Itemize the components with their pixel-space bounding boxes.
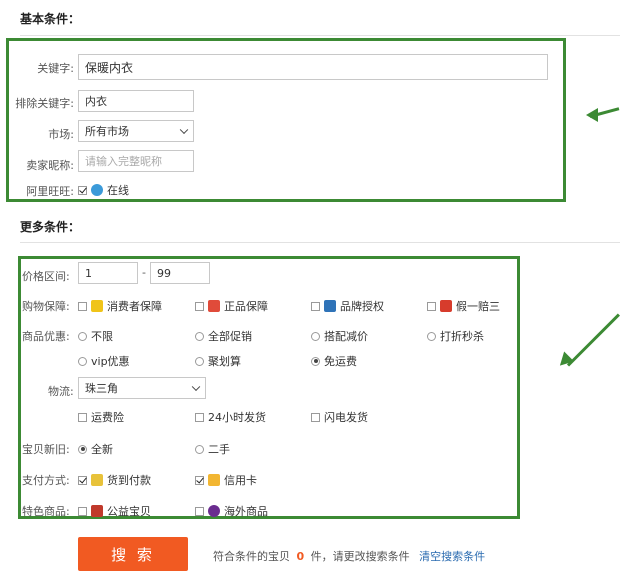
basic-section-title: 基本条件： [20, 12, 81, 26]
basic-divider [20, 35, 620, 36]
result-suffix: 件，请更改搜索条件 [310, 550, 410, 563]
logistics-insurance-checkbox[interactable] [78, 412, 87, 422]
annotation-arrowhead-top [586, 108, 598, 122]
special-charity-checkbox[interactable] [78, 506, 87, 516]
promo-free-shipping-option[interactable]: 免运费 [311, 353, 357, 369]
logistics-24h-checkbox[interactable] [195, 412, 204, 422]
market-select-value: 所有市场 [85, 125, 129, 138]
special-overseas-checkbox[interactable] [195, 506, 204, 516]
seller-nickname-input[interactable]: 请输入完整昵称 [78, 150, 194, 172]
wangwang-icon [91, 184, 103, 196]
guarantee-brand-option[interactable]: 品牌授权 [311, 298, 384, 314]
guarantee-label: 购物保障: [22, 300, 70, 313]
credit-card-icon [208, 474, 220, 486]
payment-cod-option[interactable]: 货到付款 [78, 472, 151, 488]
logistics-label: 物流: [48, 385, 74, 398]
result-count: 0 [296, 550, 305, 563]
chevron-down-icon [191, 382, 201, 392]
payment-label: 支付方式: [22, 474, 70, 487]
clear-conditions-link[interactable]: 清空搜索条件 [419, 550, 485, 563]
guarantee-consumer-checkbox[interactable] [78, 301, 87, 311]
exclude-keyword-input[interactable]: 内衣 [78, 90, 194, 112]
condition-used-radio[interactable] [195, 444, 204, 454]
guarantee-genuine-checkbox[interactable] [195, 301, 204, 311]
special-label: 特色商品: [22, 505, 70, 518]
special-overseas-option[interactable]: 海外商品 [195, 503, 268, 519]
condition-label: 宝贝新旧: [22, 443, 70, 456]
promo-sales-option[interactable]: 全部促销 [195, 328, 252, 344]
promo-bundle-radio[interactable] [311, 331, 320, 341]
promo-vip-option[interactable]: vip优惠 [78, 353, 130, 369]
promo-discount-radio[interactable] [427, 331, 436, 341]
guarantee-consumer-option[interactable]: 消费者保障 [78, 298, 162, 314]
logistics-select[interactable]: 珠三角 [78, 377, 206, 399]
promotion-label: 商品优惠: [22, 330, 70, 343]
market-select[interactable]: 所有市场 [78, 120, 194, 142]
promo-all-option[interactable]: 不限 [78, 328, 113, 344]
keyword-input[interactable]: 保暖内衣 [78, 54, 548, 80]
wangwang-online-checkbox[interactable] [78, 185, 87, 195]
wangwang-label: 阿里旺旺: [26, 185, 74, 198]
price-min-input[interactable]: 1 [78, 262, 138, 284]
more-section-title: 更多条件： [20, 220, 81, 234]
promo-juhuasuan-option[interactable]: 聚划算 [195, 353, 241, 369]
special-charity-option[interactable]: 公益宝贝 [78, 503, 151, 519]
genuine-guarantee-icon [208, 300, 220, 312]
logistics-flash-checkbox[interactable] [311, 412, 320, 422]
condition-used-option[interactable]: 二手 [195, 441, 230, 457]
payment-credit-option[interactable]: 信用卡 [195, 472, 257, 488]
exclude-keyword-label: 排除关键字: [15, 97, 74, 110]
promo-bundle-option[interactable]: 搭配减价 [311, 328, 368, 344]
price-separator: - [142, 266, 146, 279]
logistics-24h-option[interactable]: 24小时发货 [195, 409, 266, 425]
chevron-down-icon [179, 125, 189, 135]
result-summary: 符合条件的宝贝 0 件，请更改搜索条件 清空搜索条件 [213, 548, 485, 564]
annotation-arrow-bottom [566, 313, 620, 367]
charity-icon [91, 505, 103, 517]
guarantee-fake-checkbox[interactable] [427, 301, 436, 311]
condition-new-option[interactable]: 全新 [78, 441, 113, 457]
guarantee-brand-checkbox[interactable] [311, 301, 320, 311]
promo-all-radio[interactable] [78, 331, 87, 341]
logistics-insurance-option[interactable]: 运费险 [78, 409, 124, 425]
promo-free-shipping-radio[interactable] [311, 356, 320, 366]
guarantee-fake-option[interactable]: 假一赔三 [427, 298, 500, 314]
logistics-select-value: 珠三角 [85, 382, 118, 395]
more-divider [20, 242, 620, 243]
seller-nickname-label: 卖家昵称: [26, 159, 74, 172]
fake-compensation-icon [440, 300, 452, 312]
annotation-arrowhead-bottom [554, 351, 575, 371]
promo-sales-radio[interactable] [195, 331, 204, 341]
consumer-protection-icon [91, 300, 103, 312]
result-prefix: 符合条件的宝贝 [213, 550, 290, 563]
payment-credit-checkbox[interactable] [195, 475, 204, 485]
brand-authorization-icon [324, 300, 336, 312]
search-button[interactable]: 搜 索 [78, 537, 188, 571]
keyword-label: 关键字: [37, 62, 74, 75]
logistics-flash-option[interactable]: 闪电发货 [311, 409, 368, 425]
price-max-input[interactable]: 99 [150, 262, 210, 284]
cash-on-delivery-icon [91, 474, 103, 486]
promo-discount-option[interactable]: 打折秒杀 [427, 328, 484, 344]
price-range-label: 价格区间: [22, 270, 70, 283]
promo-vip-radio[interactable] [78, 356, 87, 366]
guarantee-genuine-option[interactable]: 正品保障 [195, 298, 268, 314]
overseas-icon [208, 505, 220, 517]
promo-juhuasuan-radio[interactable] [195, 356, 204, 366]
condition-new-radio[interactable] [78, 444, 87, 454]
market-label: 市场: [48, 128, 74, 141]
wangwang-online-option[interactable]: 在线 [78, 182, 129, 198]
payment-cod-checkbox[interactable] [78, 475, 87, 485]
